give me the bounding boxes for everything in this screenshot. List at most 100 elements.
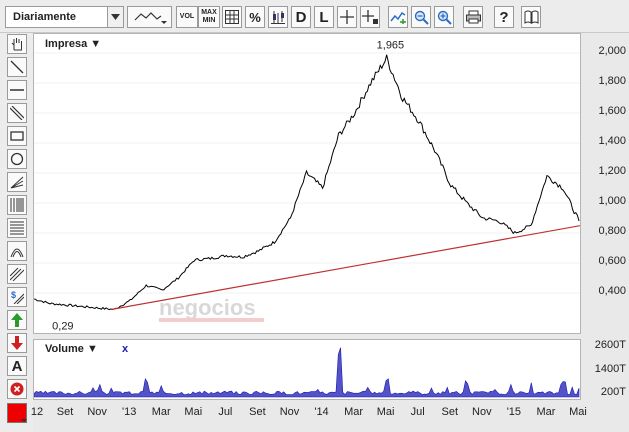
- price-y-tick: 1,800: [598, 75, 626, 87]
- period-value: Diariamente: [13, 11, 76, 23]
- delete-drawings-button[interactable]: [7, 379, 27, 399]
- x-tick-label: Jul: [218, 406, 233, 418]
- max-annotation: 1,965: [377, 39, 405, 51]
- volume-selector[interactable]: Volume ▼: [45, 343, 98, 355]
- volume-y-tick: 1400T: [594, 362, 626, 375]
- print-button[interactable]: [463, 6, 483, 28]
- indicators-button[interactable]: [388, 6, 408, 28]
- channel-icon: [10, 267, 24, 281]
- chevron-down-icon[interactable]: [107, 7, 123, 27]
- chart-type-button[interactable]: [127, 6, 172, 28]
- horizontal-line-button[interactable]: [7, 80, 27, 100]
- x-tick-label: '13: [122, 406, 137, 418]
- volume-button[interactable]: VOL: [176, 6, 198, 28]
- x-tick-label: Mar: [536, 406, 556, 418]
- zoom-out-button[interactable]: [411, 6, 431, 28]
- arc-tool-button[interactable]: [7, 241, 27, 261]
- line-tool-button[interactable]: [7, 57, 27, 77]
- price-y-tick: 1,400: [598, 135, 626, 147]
- min-annotation: 0,29: [52, 321, 73, 333]
- arrow-down-icon: [11, 336, 23, 350]
- x-tick-label: Nov: [87, 406, 107, 418]
- drawing-toolbar: $ A: [0, 33, 33, 432]
- log-button[interactable]: L: [314, 6, 334, 28]
- price-y-axis: 2,000 1,800 1,600 1,400 1,200 1,000 0,800 0,600…: [581, 33, 629, 334]
- trend-line[interactable]: [111, 225, 580, 311]
- fibonacci-vertical-button[interactable]: [7, 195, 27, 215]
- parallel-lines-icon: [10, 106, 24, 120]
- x-tick-label: Mai: [569, 406, 587, 418]
- grid-button[interactable]: [222, 6, 242, 28]
- indicators-icon: [390, 11, 406, 24]
- buy-arrow-button[interactable]: [7, 310, 27, 330]
- x-tick-label: '15: [506, 406, 522, 418]
- price-y-tick: 2,000: [598, 45, 626, 57]
- line-chart-icon: [134, 12, 167, 24]
- maxmin-label-bottom: MIN: [202, 17, 216, 24]
- color-picker[interactable]: [7, 403, 27, 423]
- volume-y-tick: 2600T: [594, 338, 626, 351]
- maxmin-button[interactable]: MAX MIN: [198, 6, 220, 28]
- color-dropdown-icon: [21, 419, 27, 422]
- price-line: [34, 54, 580, 311]
- candlestick-button[interactable]: [268, 6, 288, 28]
- price-y-tick: 0,800: [598, 225, 626, 237]
- volume-area: [34, 347, 580, 398]
- price-y-tick: 0,600: [598, 255, 626, 267]
- percent-button[interactable]: %: [245, 6, 265, 28]
- period-select[interactable]: Diariamente: [5, 6, 124, 28]
- zoom-in-button[interactable]: [434, 6, 454, 28]
- arc-icon: [10, 248, 24, 258]
- help-button[interactable]: ?: [494, 6, 514, 28]
- text-tool-button[interactable]: A: [7, 356, 27, 376]
- dollar-lines-icon: $: [11, 290, 24, 304]
- daily-button[interactable]: D: [291, 6, 311, 28]
- price-channel-button[interactable]: $: [7, 287, 27, 307]
- diagonal-line-icon: [10, 60, 24, 74]
- price-chart-panel[interactable]: negocios 1,965 0,29 Impresa ▼: [33, 33, 581, 334]
- x-tick-label: Mar: [344, 406, 364, 418]
- rectangle-tool-button[interactable]: [7, 126, 27, 146]
- book-button[interactable]: [521, 6, 541, 28]
- price-y-tick: 1,000: [598, 195, 626, 207]
- fan-lines-icon: [10, 176, 24, 189]
- circle-tool-button[interactable]: [7, 149, 27, 169]
- price-y-tick: 1,200: [598, 165, 626, 177]
- x-tick-label: Nov: [472, 406, 492, 418]
- hand-tool-button[interactable]: [7, 34, 27, 54]
- crosshair-label-button[interactable]: [360, 6, 380, 28]
- x-tick-label: Jul: [410, 406, 425, 418]
- crosshair-button[interactable]: [337, 6, 357, 28]
- fibonacci-horizontal-button[interactable]: [7, 218, 27, 238]
- grid-icon: [225, 10, 239, 24]
- delete-icon: [10, 382, 24, 396]
- x-tick-label: Mai: [376, 406, 395, 418]
- circle-icon: [10, 152, 24, 166]
- parallel-line-button[interactable]: [7, 103, 27, 123]
- volume-y-axis: 2600T 1400T 200T: [581, 339, 629, 400]
- x-tick-label: Set: [249, 406, 266, 418]
- instrument-selector[interactable]: Impresa ▼: [45, 38, 101, 50]
- sell-arrow-button[interactable]: [7, 333, 27, 353]
- volume-close-button[interactable]: x: [122, 343, 128, 355]
- candlestick-icon: [271, 11, 285, 24]
- x-tick-label: Mar: [151, 406, 171, 418]
- fan-tool-button[interactable]: [7, 172, 27, 192]
- toolbar: Diariamente VOL MAX MIN % D L ?: [0, 0, 629, 33]
- svg-text:$: $: [11, 290, 16, 300]
- channel-tool-button[interactable]: [7, 264, 27, 284]
- printer-icon: [465, 10, 481, 24]
- x-tick-label: Nov: [279, 406, 300, 418]
- price-chart[interactable]: negocios1,9650,29: [34, 34, 580, 333]
- volume-chart-panel[interactable]: Volume ▼ x: [33, 339, 581, 400]
- volume-chart[interactable]: [34, 340, 580, 399]
- x-tick-label: Set: [441, 406, 459, 418]
- volume-y-tick: 200T: [600, 386, 626, 399]
- zoom-out-icon: [414, 10, 429, 25]
- price-y-tick: 1,600: [598, 105, 626, 117]
- x-tick-label: Set: [56, 406, 74, 418]
- watermark-bar: [159, 318, 264, 322]
- horizontal-lines-icon: [10, 221, 24, 235]
- crosshair-label-icon: [362, 10, 378, 24]
- arrow-up-icon: [11, 313, 23, 327]
